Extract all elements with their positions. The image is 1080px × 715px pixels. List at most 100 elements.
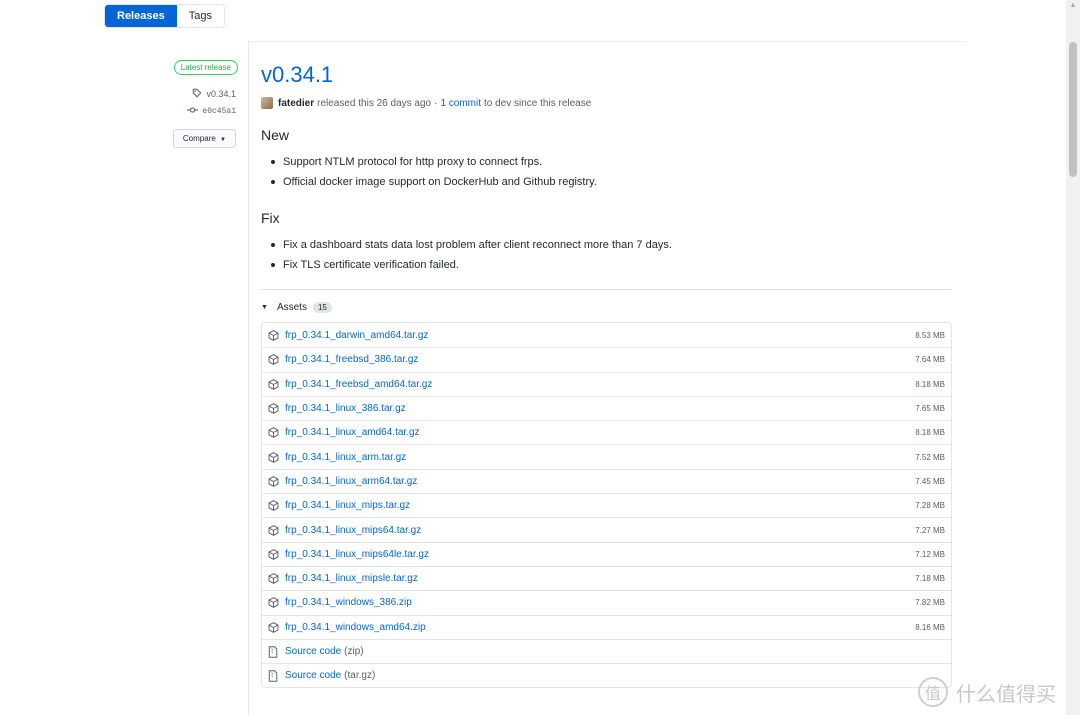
notes-list-fix: Fix a dashboard stats data lost problem … [261, 235, 952, 275]
latest-release-badge: Latest release [173, 60, 238, 75]
asset-download-link[interactable]: frp_0.34.1_darwin_amd64.tar.gz [285, 330, 428, 341]
list-item: Fix TLS certificate verification failed. [261, 255, 952, 275]
asset-size: 7.82 MB [915, 598, 945, 608]
release-commit[interactable]: e0c45a1 [187, 106, 236, 117]
asset-size: 7.45 MB [915, 476, 945, 486]
asset-download-link[interactable]: frp_0.34.1_linux_arm.tar.gz [285, 452, 406, 463]
vertical-scrollbar[interactable]: ▲ [1066, 0, 1080, 715]
commit-sha: e0c45a1 [202, 107, 236, 116]
file-zip-icon [268, 646, 279, 658]
package-icon [268, 427, 279, 439]
release-title[interactable]: v0.34.1 [261, 60, 952, 90]
asset-size: 7.65 MB [915, 404, 945, 414]
asset-size: 7.27 MB [915, 525, 945, 535]
scrollbar-thumb[interactable] [1069, 42, 1077, 177]
caret-down-icon: ▼ [220, 137, 226, 143]
list-item: Fix a dashboard stats data lost problem … [261, 235, 952, 255]
top-divider [248, 41, 966, 42]
byline-separator: · [434, 97, 438, 109]
asset-size: 7.52 MB [915, 452, 945, 462]
package-icon [268, 500, 279, 512]
asset-row[interactable]: frp_0.34.1_linux_mips64le.tar.gz 7.12 MB [262, 541, 951, 566]
avatar[interactable] [261, 97, 273, 109]
package-icon [268, 403, 279, 414]
watermark-text: 什么值得买 [956, 683, 1056, 706]
asset-row[interactable]: frp_0.34.1_linux_arm64.tar.gz 7.45 MB [262, 468, 951, 493]
list-item: Official docker image support on DockerH… [261, 172, 952, 192]
asset-size: 8.18 MB [915, 428, 945, 438]
compare-label: Compare [182, 134, 216, 143]
package-icon [268, 524, 279, 536]
assets-toggle[interactable]: ▼ Assets 15 [261, 302, 952, 313]
package-icon [268, 573, 279, 584]
file-zip-icon [268, 670, 279, 683]
asset-size: 7.64 MB [915, 355, 945, 365]
commits-link[interactable]: 1 commit [440, 98, 481, 109]
asset-size: 8.18 MB [915, 379, 945, 389]
watermark-logo-icon: 值 [918, 677, 948, 707]
asset-row[interactable]: frp_0.34.1_linux_mips64.tar.gz 7.27 MB [262, 517, 951, 541]
release-byline: fatedier released this 26 days ago · 1 c… [261, 97, 952, 109]
tag-label: v0.34.1 [206, 89, 236, 99]
asset-download-link[interactable]: frp_0.34.1_linux_amd64.tar.gz [285, 427, 420, 438]
source-code-row[interactable]: Source code (tar.gz) [262, 663, 951, 687]
asset-download-link[interactable]: frp_0.34.1_linux_386.tar.gz [285, 403, 406, 414]
column-divider [248, 42, 249, 715]
source-code-link[interactable]: Source code [285, 646, 341, 657]
asset-download-link[interactable]: frp_0.34.1_linux_mipsle.tar.gz [285, 573, 418, 584]
package-icon [268, 378, 279, 390]
assets-label: Assets [276, 302, 307, 313]
package-icon [268, 476, 279, 487]
notes-list-new: Support NTLM protocol for http proxy to … [261, 152, 952, 192]
asset-row[interactable]: frp_0.34.1_linux_arm.tar.gz 7.52 MB [262, 444, 951, 468]
section-heading-fix: Fix [261, 210, 280, 226]
watermark: 值 什么值得买 [918, 677, 1056, 707]
list-item: Support NTLM protocol for http proxy to … [261, 152, 952, 172]
asset-row-highlighted[interactable]: frp_0.34.1_linux_amd64.tar.gz 8.18 MB [262, 420, 951, 444]
asset-size: 7.12 MB [915, 549, 945, 559]
asset-download-link[interactable]: frp_0.34.1_linux_mips64.tar.gz [285, 525, 421, 536]
package-icon [268, 621, 279, 633]
caret-down-icon: ▼ [261, 304, 268, 311]
package-icon [268, 354, 279, 366]
package-icon [268, 597, 279, 609]
asset-download-link[interactable]: frp_0.34.1_linux_mips.tar.gz [285, 500, 410, 511]
asset-download-link[interactable]: frp_0.34.1_freebsd_amd64.tar.gz [285, 379, 432, 390]
asset-size: 8.16 MB [915, 622, 945, 632]
tab-tags[interactable]: Tags [176, 5, 224, 27]
commit-icon [187, 106, 199, 117]
asset-row[interactable]: frp_0.34.1_freebsd_amd64.tar.gz 8.18 MB [262, 371, 951, 396]
asset-size: 7.18 MB [915, 574, 945, 584]
released-text: released this 26 days ago [317, 97, 432, 109]
releases-tags-subnav: Releases Tags [104, 4, 225, 28]
asset-download-link[interactable]: frp_0.34.1_windows_amd64.zip [285, 622, 426, 633]
asset-download-link[interactable]: frp_0.34.1_linux_arm64.tar.gz [285, 476, 417, 487]
asset-row[interactable]: frp_0.34.1_windows_386.zip 7.82 MB [262, 590, 951, 614]
source-code-link[interactable]: Source code [285, 670, 341, 681]
asset-size: 8.53 MB [915, 330, 945, 340]
asset-download-link[interactable]: frp_0.34.1_freebsd_386.tar.gz [285, 354, 418, 365]
package-icon [268, 451, 279, 463]
source-code-format[interactable]: (zip) [344, 646, 363, 657]
source-code-row[interactable]: Source code (zip) [262, 638, 951, 663]
asset-row[interactable]: frp_0.34.1_windows_amd64.zip 8.16 MB [262, 614, 951, 639]
asset-row[interactable]: frp_0.34.1_linux_mips.tar.gz 7.28 MB [262, 493, 951, 517]
asset-download-link[interactable]: frp_0.34.1_linux_mips64le.tar.gz [285, 549, 429, 560]
tag-icon [192, 88, 202, 100]
assets-list: frp_0.34.1_darwin_amd64.tar.gz 8.53 MB frp… [261, 322, 952, 689]
release-tag[interactable]: v0.34.1 [192, 88, 236, 100]
commits-suffix: to dev since this release [484, 97, 592, 109]
asset-row[interactable]: frp_0.34.1_darwin_amd64.tar.gz 8.53 MB [262, 323, 951, 347]
asset-row[interactable]: frp_0.34.1_linux_mipsle.tar.gz 7.18 MB [262, 565, 951, 590]
compare-button[interactable]: Compare ▼ [172, 129, 236, 148]
tab-releases[interactable]: Releases [105, 5, 177, 27]
release-body: v0.34.1 fatedier released this 26 days a… [261, 60, 952, 689]
asset-row[interactable]: frp_0.34.1_freebsd_386.tar.gz 7.64 MB [262, 347, 951, 371]
author-link[interactable]: fatedier [278, 98, 314, 109]
package-icon [268, 329, 279, 341]
package-icon [268, 548, 279, 560]
scroll-up-arrow-icon[interactable]: ▲ [1066, 0, 1080, 12]
asset-row[interactable]: frp_0.34.1_linux_386.tar.gz 7.65 MB [262, 395, 951, 420]
source-code-format[interactable]: (tar.gz) [344, 670, 375, 681]
asset-download-link[interactable]: frp_0.34.1_windows_386.zip [285, 597, 412, 608]
